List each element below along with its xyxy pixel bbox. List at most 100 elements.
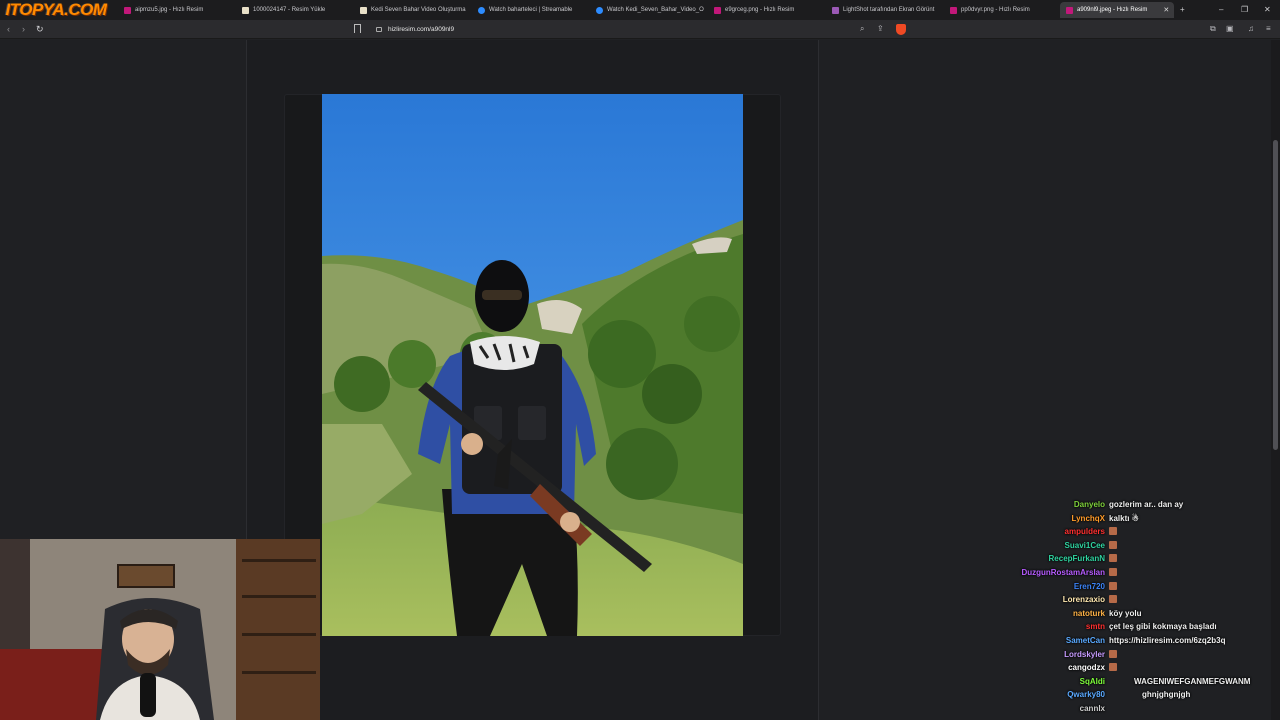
- uploaded-photo[interactable]: [322, 94, 743, 636]
- tab-label: e9grceg.png - Hızlı Resim: [725, 7, 795, 13]
- bush: [388, 340, 436, 388]
- chat-text: gozlerim ar.. dan ay: [1109, 500, 1184, 509]
- tab-1[interactable]: aipmzu5.jpg - Hızlı Resim: [118, 2, 236, 18]
- chat-username: ampulders: [1064, 527, 1105, 537]
- navigation-bar: ‹ › ↻ hizliresim.com/a909nl9 ⌕ ⇪ ⧉ ▣ ♫ ≡: [0, 20, 1280, 39]
- tab-strip: ITOPYA.COM aipmzu5.jpg - Hızlı Resim 100…: [0, 0, 1280, 20]
- emote-icon: [1109, 554, 1117, 563]
- emote-icon: [1109, 540, 1117, 549]
- url-text: hizliresim.com/a909nl9: [388, 26, 455, 33]
- chat-text: ghnjghgnjgh: [1142, 690, 1191, 700]
- close-tab-icon[interactable]: ✕: [1163, 6, 1169, 14]
- chat-username: natoturk: [1073, 608, 1105, 618]
- emote-icon: [1109, 663, 1117, 672]
- tab-6[interactable]: e9grceg.png - Hızlı Resim: [708, 2, 826, 18]
- tab-label: Kedi Seven Bahar Video Oluşturma: [371, 7, 466, 13]
- zoom-icon[interactable]: ⌕: [860, 24, 864, 34]
- chat-text: [1109, 581, 1117, 591]
- chat-username: Suavi1Cee: [1064, 540, 1105, 550]
- bookshelf: [236, 539, 320, 720]
- tab-3[interactable]: Kedi Seven Bahar Video Oluşturma: [354, 2, 472, 18]
- tab-active[interactable]: a909nl9.jpeg - Hızlı Resim ✕: [1060, 2, 1174, 18]
- chat-username: Danyelo: [1073, 500, 1105, 509]
- wall-picture: [117, 564, 175, 588]
- chat-text: [1109, 663, 1117, 672]
- chat-message: DuzgunRostamArslan: [1000, 568, 1270, 581]
- chat-message: ampulders: [1000, 527, 1270, 540]
- close-window-button[interactable]: ✕: [1264, 4, 1271, 16]
- webcam-overlay: [0, 539, 320, 720]
- chat-message: SametCan https://hizliresim.com/6zq2b3q: [1000, 636, 1270, 649]
- extensions-icon[interactable]: ⧉: [1210, 24, 1216, 34]
- tab-label: pp0dvyr.png - Hızlı Resim: [961, 7, 1030, 13]
- chat-message: Suavi1Cee: [1000, 540, 1270, 554]
- forward-icon[interactable]: ›: [22, 23, 25, 35]
- sunglasses: [482, 290, 522, 300]
- reload-icon[interactable]: ↻: [36, 23, 44, 35]
- media-icon[interactable]: ♫: [1248, 24, 1254, 34]
- bookmark-icon[interactable]: [354, 24, 361, 33]
- chat-username: RecepFurkanN: [1048, 554, 1105, 564]
- chat-message: Qwarky80 ghnjghgnjgh: [1000, 690, 1270, 703]
- favicon-icon: [950, 6, 957, 14]
- chat-text: köy yolu: [1109, 608, 1142, 618]
- divider: [818, 40, 819, 720]
- tab-5[interactable]: Watch Kedi_Seven_Bahar_Video_O: [590, 2, 708, 18]
- bush: [334, 356, 390, 412]
- chat-username: SqAldi: [1079, 676, 1105, 686]
- emote-icon: [1109, 649, 1117, 658]
- hand: [560, 512, 580, 532]
- sidebar-icon[interactable]: ▣: [1226, 24, 1234, 34]
- chat-message: cangodzx: [1000, 663, 1270, 676]
- tab-4[interactable]: Watch baharteleci | Streamable: [472, 2, 590, 18]
- share-icon[interactable]: ⇪: [877, 24, 884, 34]
- tab-label: aipmzu5.jpg - Hızlı Resim: [135, 7, 204, 13]
- minimize-button[interactable]: –: [1219, 4, 1223, 16]
- chat-message: Lorenzaxio: [1000, 595, 1270, 608]
- microphone: [140, 673, 156, 717]
- chat-username: Qwarky80: [1067, 690, 1105, 700]
- chat-message: SqAldi WAGENIWEFGANMEFGWANM: [1000, 677, 1270, 690]
- chat-username: cannlx: [1079, 704, 1105, 713]
- chat-text: [1109, 595, 1117, 604]
- address-bar[interactable]: hizliresim.com/a909nl9: [370, 23, 910, 36]
- emote-icon: [1109, 568, 1117, 576]
- tab-label: LightShot tarafından Ekran Görünt: [843, 7, 935, 13]
- tab-2[interactable]: 1000024147 - Resim Yükle: [236, 2, 354, 18]
- chat-text: WAGENIWEFGANMEFGWANM: [1134, 676, 1251, 686]
- shelf: [242, 633, 316, 636]
- chat-username: smtn: [1085, 622, 1105, 632]
- chat-message: natoturk köy yolu: [1000, 609, 1270, 622]
- brave-shield-icon[interactable]: [896, 24, 906, 35]
- chat-username: Lorenzaxio: [1062, 595, 1105, 605]
- tab-7[interactable]: LightShot tarafından Ekran Görünt: [826, 2, 944, 18]
- back-icon[interactable]: ‹: [7, 23, 10, 35]
- favicon-icon: [1066, 6, 1073, 14]
- chat-username: Lordskyler: [1064, 649, 1105, 659]
- tab-label: a909nl9.jpeg - Hızlı Resim: [1077, 7, 1148, 13]
- favicon-icon: [242, 6, 249, 14]
- chat-username: SametCan: [1065, 636, 1105, 645]
- scrollbar-thumb[interactable]: [1273, 140, 1278, 450]
- shelf: [242, 595, 316, 598]
- pouch: [518, 406, 546, 440]
- tab-8[interactable]: pp0dvyr.png - Hızlı Resim: [944, 2, 1058, 18]
- scarf: [470, 336, 540, 370]
- menu-icon[interactable]: ≡: [1266, 24, 1271, 34]
- chat-username: Eren720: [1073, 581, 1105, 591]
- favicon-icon: [832, 6, 839, 14]
- chat-text: kalktı ☃: [1109, 513, 1139, 523]
- chat-username: LynchqX: [1071, 513, 1105, 523]
- chat-message: LynchqX kalktı ☃: [1000, 514, 1270, 527]
- chat-text: https://hizliresim.com/6zq2b3q: [1109, 636, 1226, 645]
- bush: [588, 320, 656, 388]
- maximize-button[interactable]: ❐: [1241, 4, 1248, 16]
- chat-message: Eren720: [1000, 581, 1270, 595]
- chat-message: Danyelo gozlerim ar.. dan ay: [1000, 500, 1270, 513]
- emote-icon: [1109, 595, 1117, 604]
- chat-text: [1109, 568, 1117, 577]
- tab-label: Watch baharteleci | Streamable: [489, 7, 573, 13]
- page-scrollbar[interactable]: [1271, 40, 1280, 720]
- new-tab-button[interactable]: +: [1180, 4, 1185, 16]
- stream-chat: Danyelo gozlerim ar.. dan ay LynchqX kalktı…: [1000, 497, 1270, 720]
